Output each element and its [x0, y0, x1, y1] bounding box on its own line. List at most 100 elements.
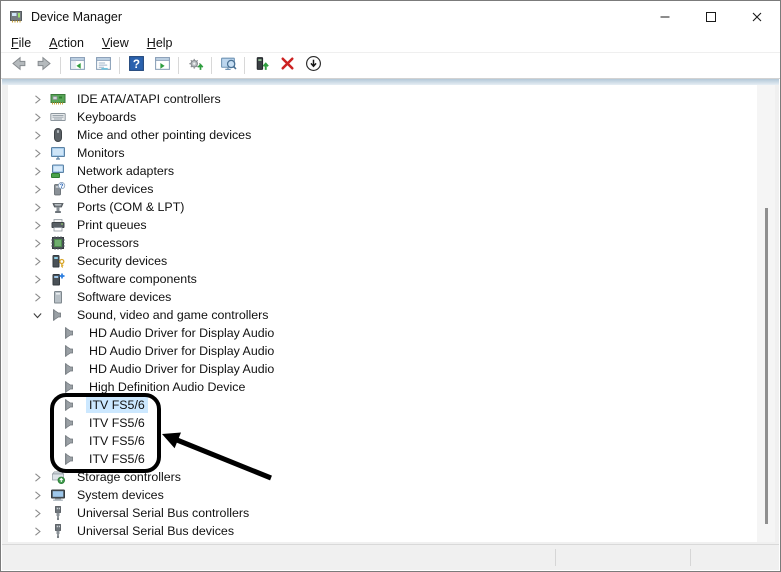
- chevron-right-icon[interactable]: [30, 110, 44, 124]
- tree-item-category[interactable]: Sound, video and game controllers: [8, 306, 775, 324]
- tree-item-category[interactable]: Universal Serial Bus devices: [8, 522, 775, 540]
- svg-text:?: ?: [132, 57, 139, 70]
- network-adapter-icon: [50, 163, 66, 179]
- chevron-right-icon[interactable]: [30, 164, 44, 178]
- tree-item-device[interactable]: HD Audio Driver for Display Audio: [8, 342, 775, 360]
- serial-port-icon: [50, 199, 66, 215]
- status-bar-separator: [690, 549, 691, 566]
- chevron-right-icon[interactable]: [30, 200, 44, 214]
- tree-item-label: ITV FS5/6: [86, 397, 148, 413]
- chevron-right-icon[interactable]: [30, 218, 44, 232]
- chevron-right-icon[interactable]: [30, 128, 44, 142]
- tree-item-device[interactable]: High Definition Audio Device: [8, 378, 775, 396]
- show-action-pane-button[interactable]: [149, 54, 175, 77]
- chevron-right-icon[interactable]: [30, 524, 44, 538]
- tree-item-label: Sound, video and game controllers: [77, 308, 269, 322]
- tree-item-category[interactable]: Monitors: [8, 144, 775, 162]
- tree-item-category[interactable]: ? Other devices: [8, 180, 775, 198]
- tree-item-category[interactable]: Print queues: [8, 216, 775, 234]
- tree-item-category[interactable]: System devices: [8, 486, 775, 504]
- speaker-icon: [62, 433, 78, 449]
- tree-item-label: HD Audio Driver for Display Audio: [89, 326, 275, 340]
- menu-file[interactable]: File: [3, 34, 39, 52]
- system-device-icon: [50, 487, 66, 503]
- tree-item-label: Universal Serial Bus controllers: [77, 506, 250, 520]
- computer-view-button[interactable]: [215, 54, 241, 77]
- tree-item-category[interactable]: Keyboards: [8, 108, 775, 126]
- action-pane-icon: [154, 55, 171, 77]
- vertical-scrollbar[interactable]: [757, 85, 775, 542]
- chevron-right-icon[interactable]: [30, 470, 44, 484]
- properties-button[interactable]: [90, 54, 116, 77]
- update-driver-button[interactable]: [248, 54, 274, 77]
- tree-item-category[interactable]: Network adapters: [8, 162, 775, 180]
- speaker-icon: [62, 325, 78, 341]
- tree-item-category[interactable]: Software devices: [8, 288, 775, 306]
- chevron-right-icon[interactable]: [30, 272, 44, 286]
- tree-item-label: HD Audio Driver for Display Audio: [89, 344, 275, 358]
- disable-icon: [305, 55, 322, 77]
- tree-item-label: Mice and other pointing devices: [77, 128, 252, 142]
- scan-for-hardware-changes-button[interactable]: [182, 54, 208, 77]
- scrollbar-thumb[interactable]: [765, 208, 768, 524]
- menu-help[interactable]: Help: [139, 34, 181, 52]
- menu-view[interactable]: View: [94, 34, 137, 52]
- chevron-right-icon[interactable]: [30, 92, 44, 106]
- chevron-right-icon[interactable]: [30, 146, 44, 160]
- tree-item-category[interactable]: Processors: [8, 234, 775, 252]
- tree-item-label: ITV FS5/6: [89, 416, 145, 430]
- chevron-down-icon[interactable]: [30, 308, 44, 322]
- chevron-right-icon[interactable]: [30, 488, 44, 502]
- tree-item-device[interactable]: ITV FS5/6: [8, 432, 775, 450]
- tree-item-category[interactable]: Universal Serial Bus controllers: [8, 504, 775, 522]
- usb-icon: [50, 523, 66, 539]
- tree-item-label: High Definition Audio Device: [89, 380, 246, 394]
- chevron-right-icon[interactable]: [30, 254, 44, 268]
- tree-item-label: Ports (COM & LPT): [77, 200, 185, 214]
- tree-item-device[interactable]: HD Audio Driver for Display Audio: [8, 324, 775, 342]
- tree-item-label: IDE ATA/ATAPI controllers: [77, 92, 221, 106]
- tree-item-device[interactable]: HD Audio Driver for Display Audio: [8, 360, 775, 378]
- window-title: Device Manager: [31, 10, 123, 24]
- close-button[interactable]: [734, 1, 780, 33]
- tree-item-label: System devices: [77, 488, 164, 502]
- menu-bar: File Action View Help: [1, 33, 780, 53]
- chevron-right-icon[interactable]: [30, 182, 44, 196]
- chevron-right-icon[interactable]: [30, 290, 44, 304]
- chevron-right-icon[interactable]: [30, 236, 44, 250]
- tree-item-category[interactable]: Software components: [8, 270, 775, 288]
- tree-item-label: Security devices: [77, 254, 168, 268]
- uninstall-device-button[interactable]: [274, 54, 300, 77]
- tree-item-label: HD Audio Driver for Display Audio: [89, 362, 275, 376]
- forward-button[interactable]: [31, 54, 57, 77]
- minimize-button[interactable]: [642, 1, 688, 33]
- tree-item-category[interactable]: Storage controllers: [8, 468, 775, 486]
- tree-item-label: Keyboards: [77, 110, 137, 124]
- disable-device-button[interactable]: [300, 54, 326, 77]
- maximize-button[interactable]: [688, 1, 734, 33]
- show-console-tree-button[interactable]: [64, 54, 90, 77]
- tree-item-device[interactable]: ITV FS5/6: [8, 414, 775, 432]
- speaker-icon: [62, 379, 78, 395]
- device-tree: IDE ATA/ATAPI controllers Keyboards Mice a…: [8, 85, 775, 540]
- menu-action[interactable]: Action: [41, 34, 92, 52]
- tree-item-category[interactable]: Security devices: [8, 252, 775, 270]
- chevron-right-icon[interactable]: [30, 506, 44, 520]
- tree-item-category[interactable]: IDE ATA/ATAPI controllers: [8, 90, 775, 108]
- help-button[interactable]: ?: [123, 54, 149, 77]
- toolbar-separator: [211, 57, 212, 74]
- tree-item-label: Software devices: [77, 290, 172, 304]
- printer-icon: [50, 217, 66, 233]
- tree-item-category[interactable]: Mice and other pointing devices: [8, 126, 775, 144]
- toolbar-separator: [178, 57, 179, 74]
- tree-item-device[interactable]: ITV FS5/6: [8, 396, 775, 414]
- back-button[interactable]: [5, 54, 31, 77]
- tree-item-category[interactable]: Ports (COM & LPT): [8, 198, 775, 216]
- tree-item-device[interactable]: ITV FS5/6: [8, 450, 775, 468]
